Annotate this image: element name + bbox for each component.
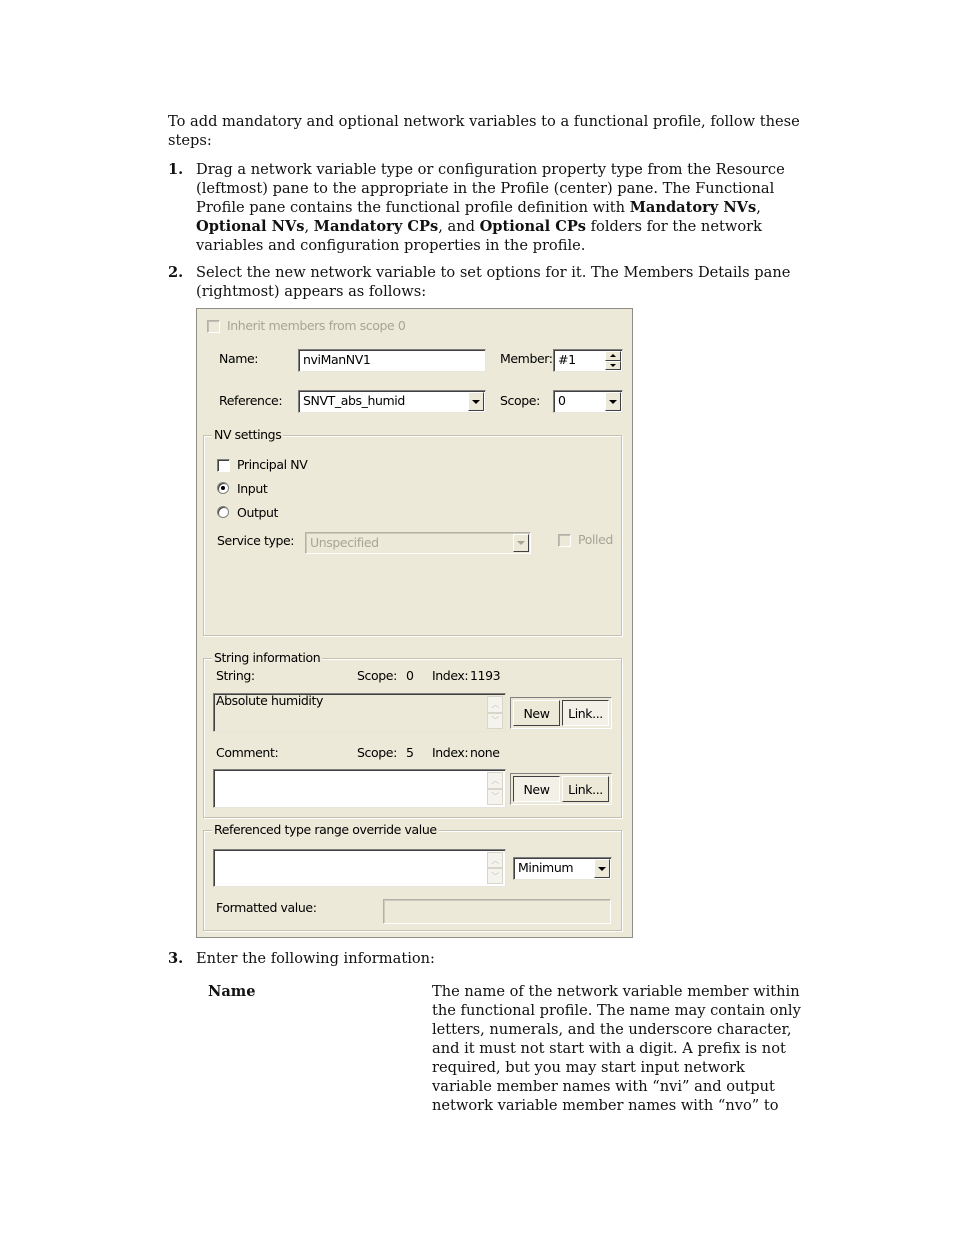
formatted-value-label: Formatted value: — [216, 900, 317, 915]
string-button-group: New Link... — [510, 697, 612, 729]
scope-label: Scope: — [500, 393, 540, 408]
string-link-button[interactable]: Link... — [562, 700, 609, 726]
service-type-value: Unspecified — [310, 535, 379, 550]
scroll-down-icon[interactable]: ﹀ — [487, 868, 503, 884]
service-type-dropdown[interactable]: Unspecified — [305, 532, 531, 554]
string-scrollbar[interactable]: ︿ ﹀ — [487, 696, 503, 729]
bold-term: Optional CPs — [479, 218, 587, 235]
comment-index-value: none — [470, 745, 500, 760]
string-information-group: String information String: Scope: 0 Inde… — [203, 650, 622, 818]
chevron-down-icon[interactable] — [605, 392, 621, 411]
text-run: , — [756, 199, 761, 216]
name-label: Name: — [219, 351, 259, 366]
member-stepper[interactable]: #1 — [553, 349, 623, 372]
bold-term: Mandatory NVs — [629, 199, 757, 216]
comment-scrollbar[interactable]: ︿ ﹀ — [487, 772, 503, 805]
range-override-legend: Referenced type range override value — [212, 822, 439, 837]
bold-term: Mandatory CPs — [313, 218, 439, 235]
range-scrollbar[interactable]: ︿ ﹀ — [487, 852, 503, 884]
step-2-text: Select the new network variable to set o… — [196, 264, 791, 300]
input-radio[interactable] — [217, 482, 229, 494]
text-run: , and — [438, 218, 480, 235]
definition-description: The name of the network variable member … — [432, 983, 801, 1114]
reference-label: Reference: — [219, 393, 283, 408]
service-type-label: Service type: — [217, 533, 295, 548]
members-details-pane: Inherit members from scope 0 Name: nviMa… — [196, 308, 633, 938]
chevron-down-icon[interactable] — [513, 534, 529, 552]
nv-settings-legend: NV settings — [212, 427, 284, 442]
range-override-group: Referenced type range override value ︿ ﹀… — [203, 822, 622, 931]
chevron-down-icon[interactable] — [468, 392, 484, 411]
formatted-value-field — [383, 899, 611, 924]
step-number: 2. — [168, 264, 184, 281]
range-override-input[interactable]: ︿ ﹀ — [213, 849, 506, 887]
polled-label: Polled — [578, 532, 613, 547]
comment-link-button[interactable]: Link... — [562, 776, 609, 802]
scope-dropdown[interactable]: 0 — [553, 390, 623, 413]
range-mode-dropdown[interactable]: Minimum — [513, 857, 612, 880]
new-button-label: New — [523, 781, 550, 797]
string-index-label: Index: — [432, 668, 469, 683]
comment-textarea[interactable]: ︿ ﹀ — [213, 769, 506, 808]
text-run: , — [304, 218, 314, 235]
scroll-up-icon[interactable]: ︿ — [487, 772, 503, 789]
polled-checkbox[interactable] — [558, 534, 571, 547]
definition-term: Name — [208, 983, 256, 1000]
step-number: 1. — [168, 161, 184, 178]
reference-dropdown[interactable]: SNVT_abs_humid — [298, 390, 486, 413]
chevron-down-icon[interactable] — [594, 859, 610, 878]
comment-button-group: New Link... — [510, 773, 612, 805]
member-value: #1 — [558, 352, 576, 367]
principal-nv-label: Principal NV — [237, 457, 308, 472]
reference-value: SNVT_abs_humid — [303, 393, 405, 408]
spin-up-icon[interactable] — [605, 351, 621, 361]
link-button-label: Link... — [568, 705, 603, 721]
comment-new-button[interactable]: New — [513, 776, 560, 802]
scroll-down-icon[interactable]: ﹀ — [487, 788, 503, 805]
scroll-up-icon[interactable]: ︿ — [487, 696, 503, 713]
member-label: Member: — [500, 351, 553, 366]
input-label: Input — [237, 481, 268, 496]
member-spinner[interactable] — [605, 351, 621, 370]
comment-scope-value: 5 — [406, 745, 414, 760]
string-index-value: 1193 — [470, 668, 501, 683]
step-3-text: Enter the following information: — [196, 950, 435, 967]
range-mode-value: Minimum — [518, 860, 574, 875]
comment-scope-label: Scope: — [357, 745, 397, 760]
scroll-up-icon[interactable]: ︿ — [487, 852, 503, 868]
string-textarea[interactable]: Absolute humidity ︿ ﹀ — [213, 693, 506, 732]
string-new-button[interactable]: New — [513, 700, 560, 726]
scope-value: 0 — [558, 393, 566, 408]
string-label: String: — [216, 668, 255, 683]
radio-selected-dot — [221, 486, 225, 490]
string-information-legend: String information — [212, 650, 323, 665]
inherit-checkbox[interactable] — [207, 320, 220, 333]
link-button-label: Link... — [568, 781, 603, 797]
nv-settings-group: NV settings Principal NV Input Output Se… — [203, 427, 622, 636]
name-value: nviManNV1 — [303, 352, 371, 367]
string-scope-label: Scope: — [357, 668, 397, 683]
bold-term: Optional NVs — [196, 218, 305, 235]
new-button-label: New — [523, 705, 550, 721]
step-number: 3. — [168, 950, 184, 967]
string-value: Absolute humidity — [216, 693, 324, 708]
name-input[interactable]: nviManNV1 — [298, 349, 486, 372]
spin-down-icon[interactable] — [605, 360, 621, 370]
string-scope-value: 0 — [406, 668, 414, 683]
intro-paragraph: To add mandatory and optional network va… — [168, 113, 800, 149]
output-radio[interactable] — [217, 506, 229, 518]
step-1-text: Drag a network variable type or configur… — [196, 160, 818, 255]
comment-label: Comment: — [216, 745, 279, 760]
output-label: Output — [237, 505, 279, 520]
comment-index-label: Index: — [432, 745, 469, 760]
inherit-label: Inherit members from scope 0 — [227, 318, 406, 333]
scroll-down-icon[interactable]: ﹀ — [487, 712, 503, 729]
principal-nv-checkbox[interactable] — [217, 459, 230, 472]
